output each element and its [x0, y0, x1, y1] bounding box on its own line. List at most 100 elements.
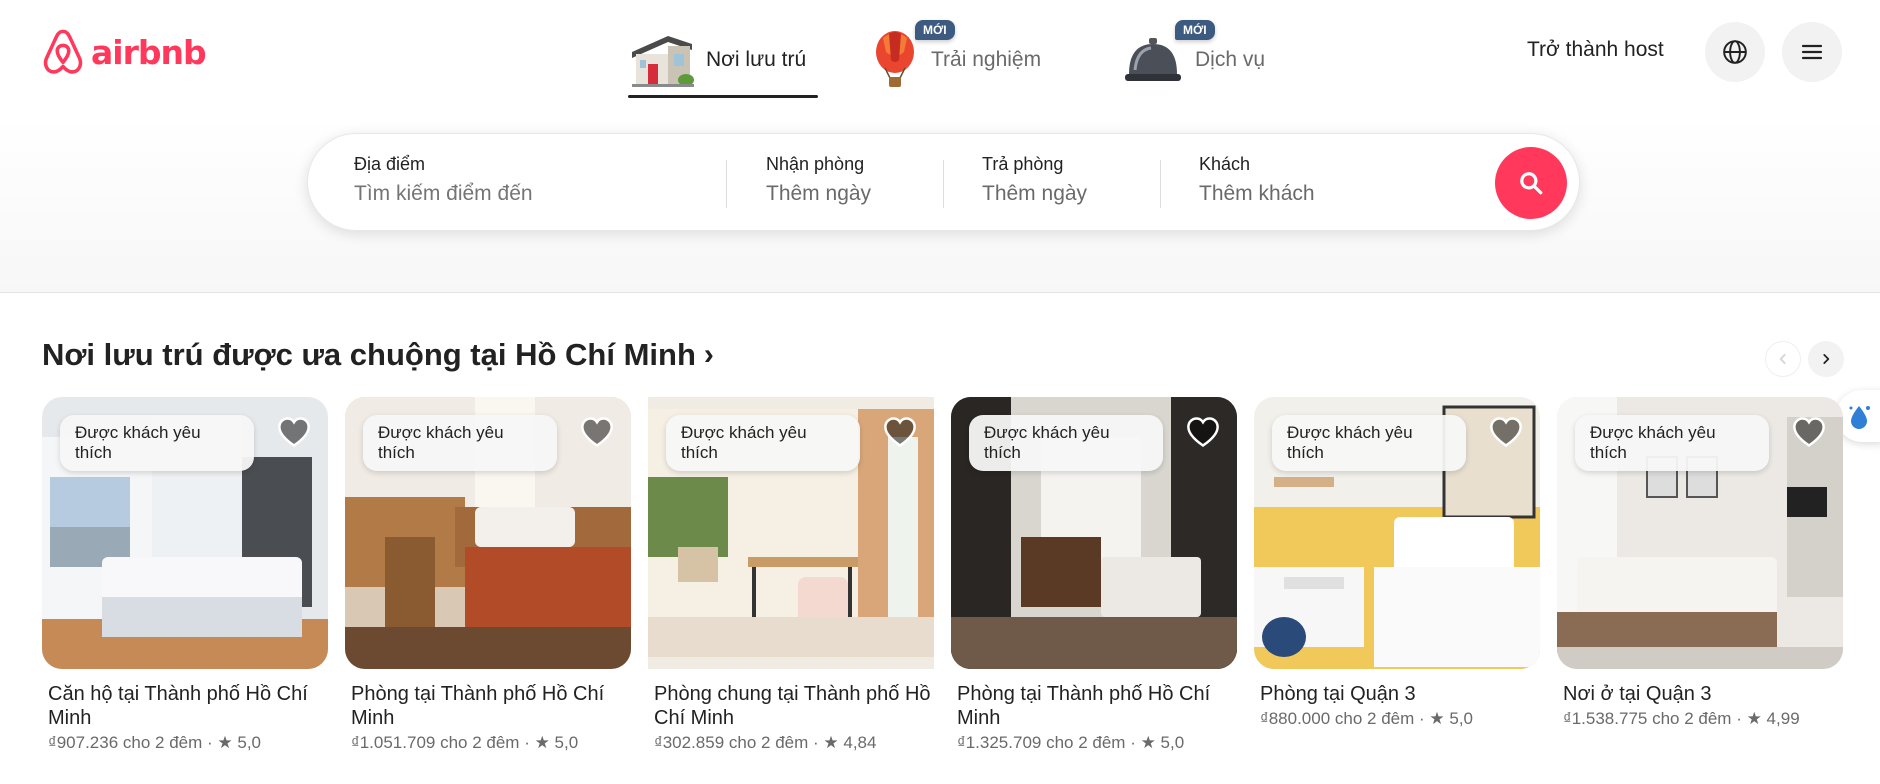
listing-price: ₫1.325.709 cho 2 đêm	[957, 733, 1126, 752]
listing-price: ₫302.859 cho 2 đêm	[654, 733, 809, 752]
search-icon	[1520, 172, 1543, 195]
listing-title: Phòng chung tại Thành phố Hồ Chí Minh	[654, 683, 931, 729]
meta-separator: ·	[1736, 709, 1747, 728]
checkout-value: Thêm ngày	[982, 182, 1088, 205]
listing-price: ₫1.051.709 cho 2 đêm	[351, 733, 520, 752]
listing-title: Phòng tại Thành phố Hồ Chí Minh	[957, 683, 1211, 729]
listing-meta: ₫1.051.709 cho 2 đêm · ★ 5,0	[345, 733, 631, 753]
language-button[interactable]	[1705, 22, 1765, 82]
chevron-right-icon	[1823, 354, 1830, 364]
checkin-label: Nhận phòng	[766, 154, 865, 174]
listing-meta: ₫907.236 cho 2 đêm · ★ 5,0	[42, 733, 328, 753]
section-title-text: Nơi lưu trú được ưa chuộng tại Hồ Chí Mi…	[42, 337, 696, 372]
listing-photo[interactable]: Được khách yêu thích	[951, 397, 1237, 669]
carousel-next-button[interactable]	[1808, 341, 1844, 377]
listings-carousel: Được khách yêu thích Căn hộ tại Thành ph…	[42, 397, 1843, 753]
search-button[interactable]	[1495, 147, 1567, 219]
listing-photo[interactable]: Được khách yêu thích	[42, 397, 328, 669]
listing-rating: ★ 5,0	[1140, 733, 1185, 752]
listing-card[interactable]: Được khách yêu thích Phòng tại Thành phố…	[345, 397, 631, 753]
guest-favorite-badge: Được khách yêu thích	[1272, 415, 1466, 471]
listing-price: ₫907.236 cho 2 đêm	[48, 733, 203, 752]
location-input[interactable]	[354, 182, 684, 206]
listing-rating: ★ 4,84	[823, 733, 877, 752]
globe-icon	[1723, 40, 1747, 64]
listing-rating: ★ 4,99	[1746, 709, 1800, 728]
listing-price: ₫880.000 cho 2 đêm	[1260, 709, 1415, 728]
checkin-field[interactable]: Nhận phòng Thêm ngày	[766, 154, 871, 206]
listing-card[interactable]: Được khách yêu thích Nơi ở tại Quận 3 ₫1…	[1557, 397, 1843, 753]
logo-text: airbnb	[91, 32, 207, 72]
new-badge: MỚI	[915, 20, 955, 40]
tab-experiences[interactable]: MỚI Trải nghiệm	[871, 20, 1066, 100]
header: airbnb Nơi lưu trú MỚI Trải nghiệm MỚI D…	[0, 0, 1880, 293]
guest-favorite-badge: Được khách yêu thích	[1575, 415, 1769, 471]
heart-icon[interactable]	[882, 414, 918, 450]
listing-title: Nơi ở tại Quận 3	[1563, 683, 1712, 705]
new-badge: MỚI	[1175, 20, 1215, 40]
listing-price: ₫1.538.775 cho 2 đêm	[1563, 709, 1732, 728]
location-label: Địa điểm	[354, 154, 426, 174]
listing-meta: ₫1.538.775 cho 2 đêm · ★ 4,99	[1557, 709, 1843, 729]
divider	[943, 160, 944, 208]
search-bar: Địa điểm Nhận phòng Thêm ngày Trả phòng …	[307, 133, 1580, 231]
main-menu-button[interactable]	[1782, 22, 1842, 82]
water-drop-icon	[1849, 406, 1870, 429]
hamburger-menu-icon	[1801, 44, 1823, 60]
listing-meta: ₫302.859 cho 2 đêm · ★ 4,84	[648, 733, 934, 753]
tab-label: Nơi lưu trú	[706, 48, 807, 71]
listing-title: Căn hộ tại Thành phố Hồ Chí Minh	[48, 683, 308, 729]
tab-services[interactable]: MỚI Dịch vụ	[1121, 20, 1281, 100]
heart-icon[interactable]	[1488, 414, 1524, 450]
listing-rating: ★ 5,0	[217, 733, 262, 752]
guest-favorite-badge: Được khách yêu thích	[666, 415, 860, 471]
guest-favorite-badge: Được khách yêu thích	[969, 415, 1163, 471]
airbnb-logo-icon	[43, 29, 83, 74]
carousel-prev-button[interactable]	[1765, 341, 1801, 377]
checkout-field[interactable]: Trả phòng Thêm ngày	[982, 154, 1087, 206]
tab-label: Trải nghiệm	[931, 48, 1042, 71]
tab-label: Dịch vụ	[1195, 48, 1266, 71]
heart-icon[interactable]	[1791, 414, 1827, 450]
meta-separator: ·	[207, 733, 218, 752]
divider	[726, 160, 727, 208]
listing-meta: ₫1.325.709 cho 2 đêm · ★ 5,0	[951, 733, 1237, 753]
meta-separator: ·	[524, 733, 535, 752]
listing-title: Phòng tại Quận 3	[1260, 683, 1416, 705]
house-icon	[632, 36, 694, 87]
guest-favorite-badge: Được khách yêu thích	[60, 415, 254, 471]
listing-photo[interactable]: Được khách yêu thích	[648, 397, 934, 669]
meta-separator: ·	[813, 733, 824, 752]
airbnb-logo[interactable]: airbnb	[41, 28, 207, 76]
heart-icon[interactable]	[579, 414, 615, 450]
guests-field[interactable]: Khách Thêm khách	[1199, 154, 1315, 206]
listing-rating: ★ 5,0	[1429, 709, 1474, 728]
guest-favorite-badge: Được khách yêu thích	[363, 415, 557, 471]
heart-icon[interactable]	[1185, 414, 1221, 450]
listing-rating: ★ 5,0	[534, 733, 579, 752]
chevron-right-icon: ›	[703, 338, 714, 371]
listing-card[interactable]: Được khách yêu thích Căn hộ tại Thành ph…	[42, 397, 328, 753]
divider	[1160, 160, 1161, 208]
checkin-value: Thêm ngày	[766, 182, 872, 205]
listing-photo[interactable]: Được khách yêu thích	[345, 397, 631, 669]
category-tabs: Nơi lưu trú MỚI Trải nghiệm MỚI Dịch vụ	[628, 20, 1281, 100]
listing-card[interactable]: Được khách yêu thích Phòng tại Quận 3 ₫8…	[1254, 397, 1540, 753]
become-host-link[interactable]: Trở thành host	[1527, 38, 1664, 62]
meta-separator: ·	[1419, 709, 1430, 728]
listing-photo[interactable]: Được khách yêu thích	[1557, 397, 1843, 669]
guests-value: Thêm khách	[1199, 182, 1315, 205]
chevron-left-icon	[1779, 354, 1786, 364]
heart-icon[interactable]	[276, 414, 312, 450]
location-field[interactable]: Địa điểm	[354, 154, 684, 206]
listing-meta: ₫880.000 cho 2 đêm · ★ 5,0	[1254, 709, 1540, 729]
tab-stays[interactable]: Nơi lưu trú	[628, 20, 818, 100]
guests-label: Khách	[1199, 154, 1251, 174]
meta-separator: ·	[1130, 733, 1141, 752]
hot-air-balloon-icon	[876, 31, 914, 87]
listing-card[interactable]: Được khách yêu thích Phòng chung tại Thà…	[648, 397, 934, 753]
section-title[interactable]: Nơi lưu trú được ưa chuộng tại Hồ Chí Mi…	[42, 337, 714, 373]
listing-card[interactable]: Được khách yêu thích Phòng tại Thành phố…	[951, 397, 1237, 753]
listing-photo[interactable]: Được khách yêu thích	[1254, 397, 1540, 669]
listing-title: Phòng tại Thành phố Hồ Chí Minh	[351, 683, 605, 729]
